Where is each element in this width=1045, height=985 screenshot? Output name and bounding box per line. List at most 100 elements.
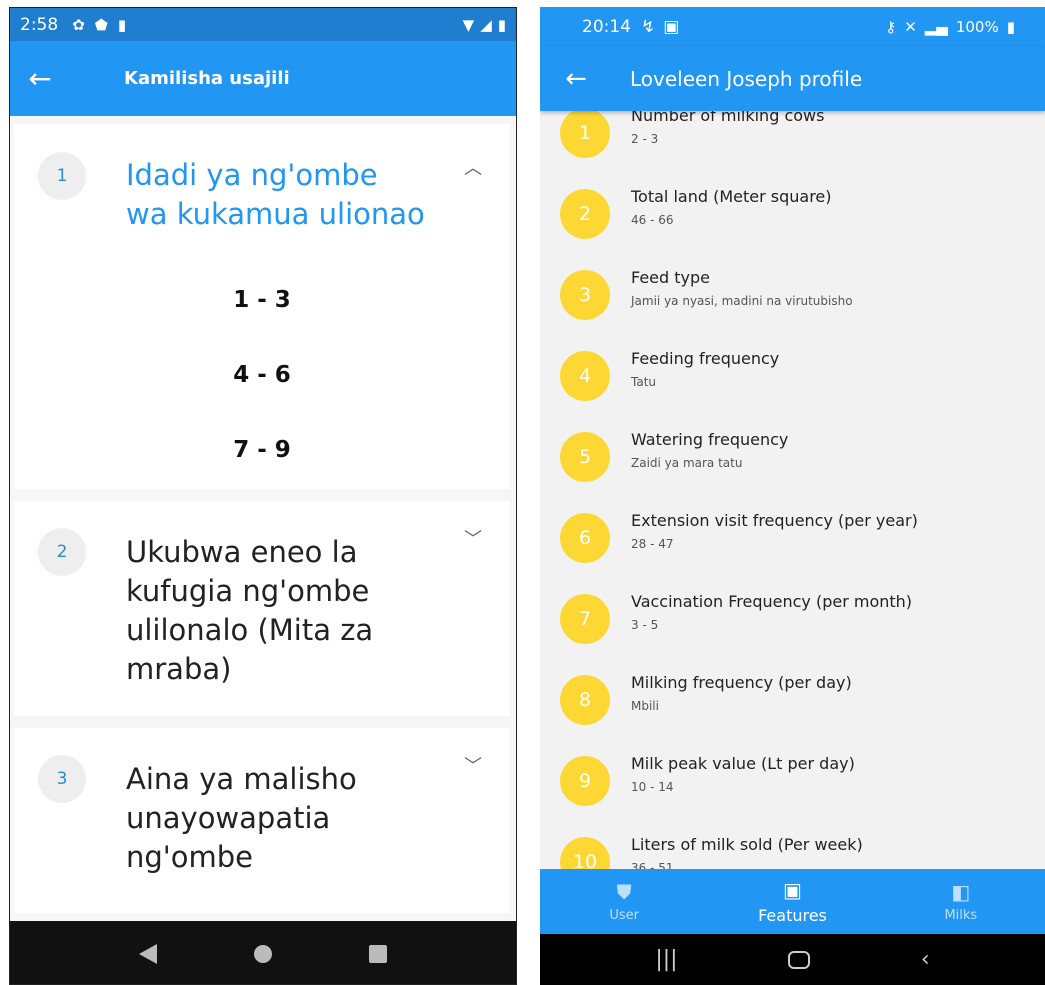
item-value: 3 - 5: [631, 618, 659, 632]
list-item[interactable]: 8 Milking frequency (per day) Mbili: [540, 655, 1045, 736]
compare-icon: ◧: [951, 880, 971, 904]
item-number: 4: [560, 351, 610, 401]
list-item[interactable]: 10 Liters of milk sold (Per week) 36 - 5…: [540, 817, 1045, 869]
recents-nav-icon[interactable]: |||: [655, 947, 677, 972]
back-nav-icon[interactable]: [138, 943, 157, 964]
tab-label: Features: [758, 906, 827, 925]
item-value: 2 - 3: [631, 132, 659, 146]
bottom-nav: ⛊ User ▣ Features ◧ Milks: [540, 869, 1045, 934]
list-item[interactable]: 2 Total land (Meter square) 46 - 66: [540, 169, 1045, 250]
item-value: Tatu: [631, 375, 657, 389]
step-number: 3: [38, 755, 86, 803]
step-number: 1: [38, 152, 86, 200]
list-item[interactable]: 7 Vaccination Frequency (per month) 3 - …: [540, 574, 1045, 655]
item-number: 9: [560, 756, 610, 806]
item-label: Number of milking cows: [631, 111, 825, 125]
step-question: Ukubwa eneo la kufugia ng'ombe ulilonalo…: [126, 535, 374, 686]
back-nav-icon[interactable]: ‹: [921, 947, 930, 972]
home-nav-icon[interactable]: [253, 944, 272, 963]
item-number: 10: [560, 837, 610, 869]
call-icon: ↯: [641, 17, 656, 37]
list-item[interactable]: 4 Feeding frequency Tatu: [540, 331, 1045, 412]
home-nav-icon[interactable]: [788, 950, 811, 969]
item-label: Liters of milk sold (Per week): [631, 835, 863, 854]
item-number: 6: [560, 513, 610, 563]
item-value: Mbili: [631, 699, 659, 713]
chevron-up-icon[interactable]: ︿: [464, 154, 482, 180]
status-bar: 2:58 ✿ ⬟ ▮ ▼ ◢ ▮: [10, 8, 516, 41]
stepper: 1 Idadi ya ng'ombe wa kukamua ulionao ︿ …: [10, 116, 516, 921]
item-number: 7: [560, 594, 610, 644]
step-2[interactable]: 2 Ukubwa eneo la kufugia ng'ombe ulilona…: [14, 501, 510, 716]
step-number: 2: [38, 528, 86, 576]
item-label: Feeding frequency: [631, 349, 780, 368]
back-arrow-icon[interactable]: ←: [540, 64, 612, 94]
back-arrow-icon[interactable]: ←: [10, 62, 70, 95]
mute-icon: ✕: [904, 18, 917, 36]
list-item[interactable]: 1 Number of milking cows 2 - 3: [540, 111, 1045, 169]
item-number: 8: [560, 675, 610, 725]
tab-label: Milks: [944, 908, 978, 923]
item-number: 2: [560, 189, 610, 239]
step-question: Idadi ya ng'ombe wa kukamua ulionao: [126, 158, 425, 231]
shield-icon: ⬟: [94, 15, 108, 34]
status-time: 2:58: [20, 14, 59, 35]
list-item[interactable]: 5 Watering frequency Zaidi ya mara tatu: [540, 412, 1045, 493]
item-label: Milk peak value (Lt per day): [631, 754, 855, 773]
system-nav-bar: [10, 921, 516, 984]
item-value: 10 - 14: [631, 780, 674, 794]
tab-features[interactable]: ▣ Features: [708, 869, 876, 934]
item-value: 46 - 66: [631, 213, 674, 227]
settings-icon: ✿: [72, 15, 85, 34]
item-value: 28 - 47: [631, 537, 674, 551]
profile-screen: 20:14 ↯ ▣ ⚷ ✕ ▂▄ 100% ▮ ← Loveleen Josep…: [540, 7, 1045, 985]
chevron-down-icon[interactable]: ﹀: [464, 752, 482, 778]
step-question: Aina ya malisho unayowapatia ng'ombe: [126, 762, 357, 874]
step-1[interactable]: 1 Idadi ya ng'ombe wa kukamua ulionao ︿ …: [14, 124, 510, 489]
list-item[interactable]: 9 Milk peak value (Lt per day) 10 - 14: [540, 736, 1045, 817]
item-value: 36 - 51: [631, 861, 674, 869]
image-icon: ▣: [663, 17, 680, 37]
battery-text: 100%: [955, 18, 999, 36]
registration-screen: 2:58 ✿ ⬟ ▮ ▼ ◢ ▮ ← Kamilisha usajili 1 I…: [9, 7, 517, 985]
item-number: 1: [560, 111, 610, 158]
page-title: Loveleen Joseph profile: [630, 67, 863, 91]
key-icon: ⚷: [885, 18, 897, 36]
chevron-down-icon[interactable]: ﹀: [464, 525, 482, 551]
option-item[interactable]: 7 - 9: [14, 437, 510, 463]
option-item[interactable]: 4 - 6: [14, 362, 510, 388]
item-label: Vaccination Frequency (per month): [631, 592, 913, 611]
item-label: Total land (Meter square): [631, 187, 832, 206]
item-value: Jamii ya nyasi, madini na virutubisho: [631, 294, 853, 308]
item-value: Zaidi ya mara tatu: [631, 456, 743, 470]
item-label: Feed type: [631, 268, 710, 287]
status-bar: 20:14 ↯ ▣ ⚷ ✕ ▂▄ 100% ▮: [540, 7, 1045, 47]
tab-label: User: [609, 908, 639, 923]
status-time: 20:14: [582, 17, 631, 37]
system-nav-bar: ||| ‹: [540, 934, 1045, 985]
option-item[interactable]: 1 - 3: [14, 287, 510, 313]
tab-milks[interactable]: ◧ Milks: [877, 869, 1045, 934]
signal-icon: ▂▄: [924, 18, 948, 36]
app-bar: ← Kamilisha usajili: [10, 41, 516, 116]
item-label: Watering frequency: [631, 430, 789, 449]
list-item[interactable]: 3 Feed type Jamii ya nyasi, madini na vi…: [540, 250, 1045, 331]
tab-user[interactable]: ⛊ User: [540, 869, 708, 934]
signal-icon: ◢: [480, 15, 492, 34]
battery-icon: ▮: [497, 15, 506, 34]
item-number: 3: [560, 270, 610, 320]
feature-list: 1 Number of milking cows 2 - 3 2 Total l…: [540, 111, 1045, 869]
step-3[interactable]: 3 Aina ya malisho unayowapatia ng'ombe ﹀: [14, 728, 510, 913]
id-card-icon: ▣: [783, 878, 802, 902]
wifi-icon: ▼: [462, 15, 475, 34]
list-item[interactable]: 6 Extension visit frequency (per year) 2…: [540, 493, 1045, 574]
recents-nav-icon[interactable]: [369, 944, 388, 963]
item-label: Milking frequency (per day): [631, 673, 852, 692]
shield-check-icon: ⛊: [616, 880, 632, 904]
battery-icon: ▮: [1006, 18, 1015, 36]
app-bar: ← Loveleen Joseph profile: [540, 47, 1045, 111]
item-label: Extension visit frequency (per year): [631, 511, 918, 530]
page-title: Kamilisha usajili: [124, 68, 290, 89]
sim-card-icon: ▮: [117, 15, 127, 34]
item-number: 5: [560, 432, 610, 482]
